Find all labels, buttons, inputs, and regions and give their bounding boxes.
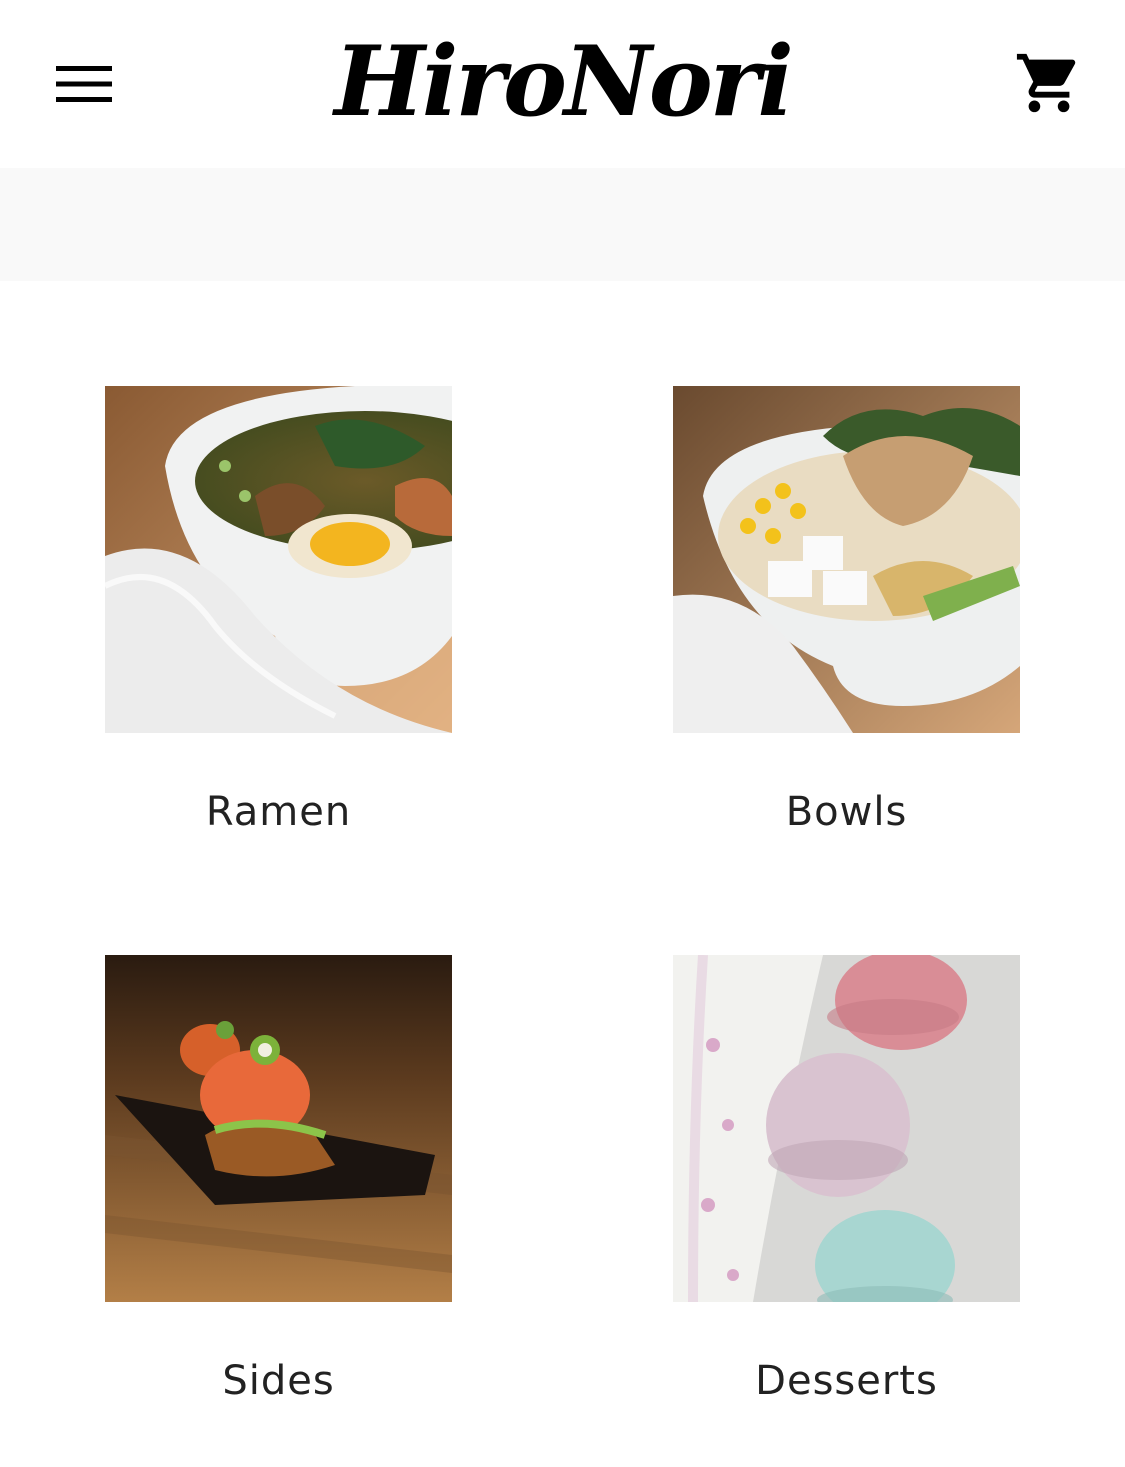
rice-bowl-photo[interactable]: [673, 386, 1020, 733]
cart-button[interactable]: [1004, 40, 1100, 128]
category-card-bowls[interactable]: Bowls: [673, 386, 1020, 856]
category-label[interactable]: Bowls: [613, 786, 1080, 838]
sides-appetizer-photo[interactable]: [105, 955, 452, 1302]
category-card-desserts[interactable]: Desserts: [673, 955, 1020, 1425]
brand-logo[interactable]: HiroNori: [250, 22, 875, 142]
menu-button[interactable]: [40, 48, 130, 120]
category-card-ramen[interactable]: Ramen: [105, 386, 452, 856]
category-label[interactable]: Sides: [45, 1355, 512, 1407]
ramen-bowl-photo[interactable]: [105, 386, 452, 733]
shopping-cart-icon: [1016, 53, 1076, 113]
category-card-sides[interactable]: Sides: [105, 955, 452, 1425]
category-label[interactable]: Ramen: [45, 786, 512, 838]
hamburger-menu-icon: [56, 66, 112, 102]
category-label[interactable]: Desserts: [613, 1355, 1080, 1407]
banner-strip: [0, 168, 1125, 281]
page: HiroNori Ramen Bowls Sides Desserts: [0, 0, 1125, 1467]
app-header: HiroNori: [0, 0, 1125, 168]
macarons-photo[interactable]: [673, 955, 1020, 1302]
